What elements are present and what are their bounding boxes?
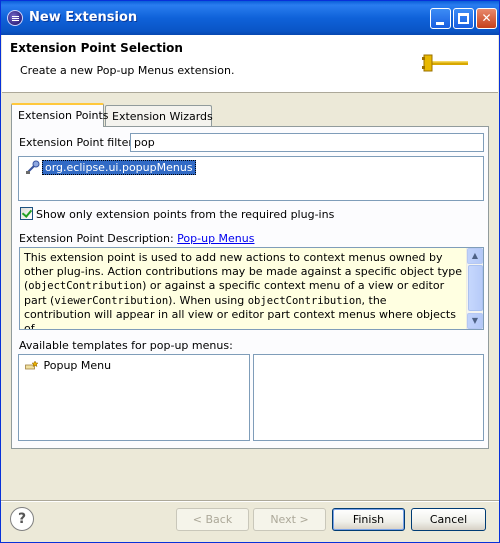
extension-point-icon [26, 160, 40, 174]
list-item-label: org.eclipse.ui.popupMenus [42, 160, 196, 175]
chevron-down-icon: ▼ [471, 316, 479, 325]
description-label: Extension Point Description: [19, 232, 174, 245]
cancel-button[interactable]: Cancel [411, 508, 486, 531]
help-button[interactable]: ? [10, 507, 34, 531]
next-button[interactable]: Next > [253, 508, 326, 531]
template-preview [253, 354, 484, 441]
back-button[interactable]: < Back [176, 508, 249, 531]
plug-icon [422, 54, 468, 72]
templates-label: Available templates for pop-up menus: [19, 339, 233, 352]
description-scrollbar[interactable]: ▲ ▼ [466, 248, 483, 329]
tab-extension-wizards[interactable]: Extension Wizards [105, 105, 213, 127]
filter-input[interactable] [130, 133, 484, 152]
header-description: Create a new Pop-up Menus extension. [20, 64, 235, 77]
minimize-icon [436, 22, 444, 25]
list-item[interactable]: Popup Menu [25, 359, 111, 372]
separator [1, 500, 499, 502]
maximize-icon [458, 13, 469, 24]
eclipse-icon [7, 10, 23, 26]
chevron-up-icon: ▲ [471, 251, 479, 260]
popup-menus-link[interactable]: Pop-up Menus [177, 232, 254, 245]
scroll-up-button[interactable]: ▲ [467, 248, 483, 264]
finish-button[interactable]: Finish [332, 508, 405, 531]
tab-extension-points[interactable]: Extension Points [11, 103, 109, 127]
maximize-button[interactable] [453, 8, 474, 29]
close-button[interactable]: ✕ [476, 8, 497, 29]
template-icon [25, 360, 39, 370]
close-icon: ✕ [481, 11, 492, 25]
templates-list[interactable]: Popup Menu [18, 354, 250, 441]
show-required-label[interactable]: Show only extension points from the requ… [36, 208, 334, 221]
description-box: This extension point is used to add new … [19, 247, 484, 330]
extension-point-list[interactable]: org.eclipse.ui.popupMenus [18, 156, 484, 201]
new-extension-window: New Extension ✕ Extension Point Selectio… [0, 0, 500, 543]
template-label: Popup Menu [43, 359, 112, 372]
description-section-label: Extension Point Description: Pop-up Menu… [19, 232, 254, 245]
wizard-header: Extension Point Selection Create a new P… [2, 35, 498, 93]
help-icon: ? [17, 511, 27, 527]
filter-label: Extension Point filter: [19, 136, 137, 149]
minimize-button[interactable] [430, 8, 451, 29]
window-title: New Extension [29, 10, 138, 25]
title-bar[interactable]: New Extension ✕ [1, 1, 499, 35]
scroll-down-button[interactable]: ▼ [467, 313, 483, 329]
header-title: Extension Point Selection [10, 41, 183, 55]
description-text: This extension point is used to add new … [24, 251, 463, 330]
scroll-thumb[interactable] [468, 265, 483, 311]
show-required-checkbox[interactable] [20, 207, 33, 220]
